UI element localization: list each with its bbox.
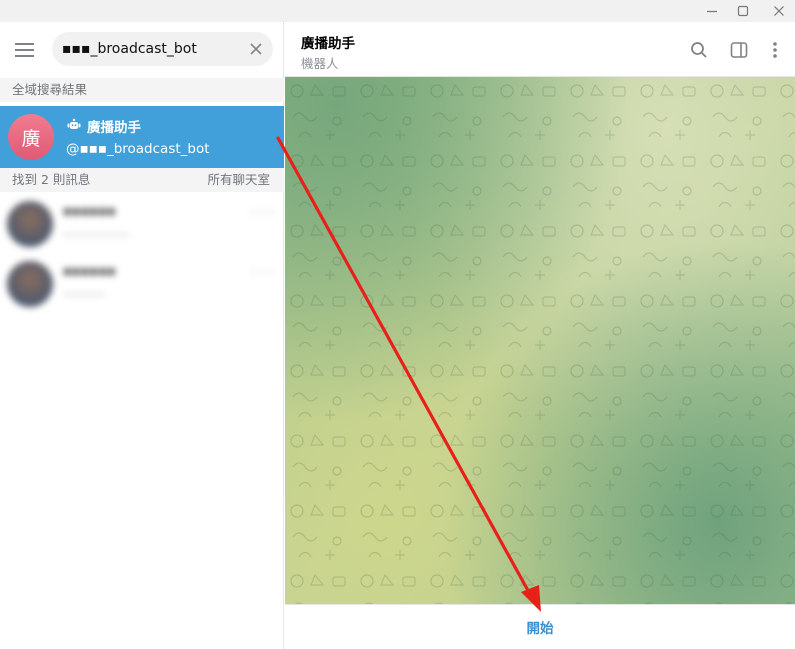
global-results-label: 全域搜尋結果 — [0, 78, 284, 102]
maximize-icon[interactable] — [728, 0, 758, 22]
messages-found-label: 找到 2 則訊息 所有聊天室 — [0, 168, 284, 192]
minimize-icon[interactable] — [697, 0, 727, 22]
message-sender: ▪▪▪▪▪▪ — [63, 264, 116, 279]
search-input[interactable] — [62, 32, 242, 66]
message-preview: ––––––– — [63, 287, 105, 301]
chat-title: 廣播助手 — [301, 36, 355, 52]
close-icon[interactable] — [764, 0, 794, 22]
avatar — [7, 201, 53, 247]
messages-scope[interactable]: 所有聊天室 — [207, 168, 270, 192]
search-box — [52, 32, 273, 66]
search-result-bot[interactable]: 廣 廣播助手 @▪▪▪_broadcast_bot — [0, 106, 284, 168]
result-handle: @▪▪▪_broadcast_bot — [66, 141, 210, 157]
avatar-letter: 廣 — [21, 127, 41, 150]
bot-icon — [67, 117, 81, 131]
message-time: – – – — [250, 205, 275, 218]
chat-header[interactable]: 廣播助手 機器人 — [285, 22, 795, 77]
close-icon[interactable] — [247, 40, 265, 58]
chat-background — [285, 77, 795, 604]
result-name: 廣播助手 — [87, 120, 141, 136]
start-button[interactable]: 開始 — [527, 617, 554, 637]
list-item[interactable]: ▪▪▪▪▪▪ – – – ––––––– — [0, 254, 284, 314]
doodle-pattern — [285, 77, 795, 604]
chat-panel: 廣播助手 機器人 開始 — [285, 22, 795, 649]
chat-subtitle: 機器人 — [301, 56, 339, 71]
sidebar: 全域搜尋結果 廣 廣播助手 @▪▪▪_broadcast_bot 找到 2 則訊… — [0, 22, 284, 649]
chat-footer: 開始 — [285, 604, 795, 649]
message-preview: ––––––––––– — [63, 227, 129, 241]
messages-found-text: 找到 2 則訊息 — [12, 172, 91, 187]
message-time: – – – — [250, 265, 275, 278]
hamburger-icon[interactable] — [12, 38, 38, 62]
list-item[interactable]: ▪▪▪▪▪▪ – – – ––––––––––– — [0, 194, 284, 254]
avatar — [7, 261, 53, 307]
more-vertical-icon[interactable] — [763, 38, 787, 62]
window-titlebar — [0, 0, 795, 22]
sidebar-header — [0, 22, 284, 78]
global-results-text: 全域搜尋結果 — [12, 82, 88, 97]
avatar: 廣 — [8, 114, 54, 160]
sidebar-panel-icon[interactable] — [727, 38, 751, 62]
search-icon[interactable] — [687, 38, 711, 62]
message-sender: ▪▪▪▪▪▪ — [63, 204, 116, 219]
